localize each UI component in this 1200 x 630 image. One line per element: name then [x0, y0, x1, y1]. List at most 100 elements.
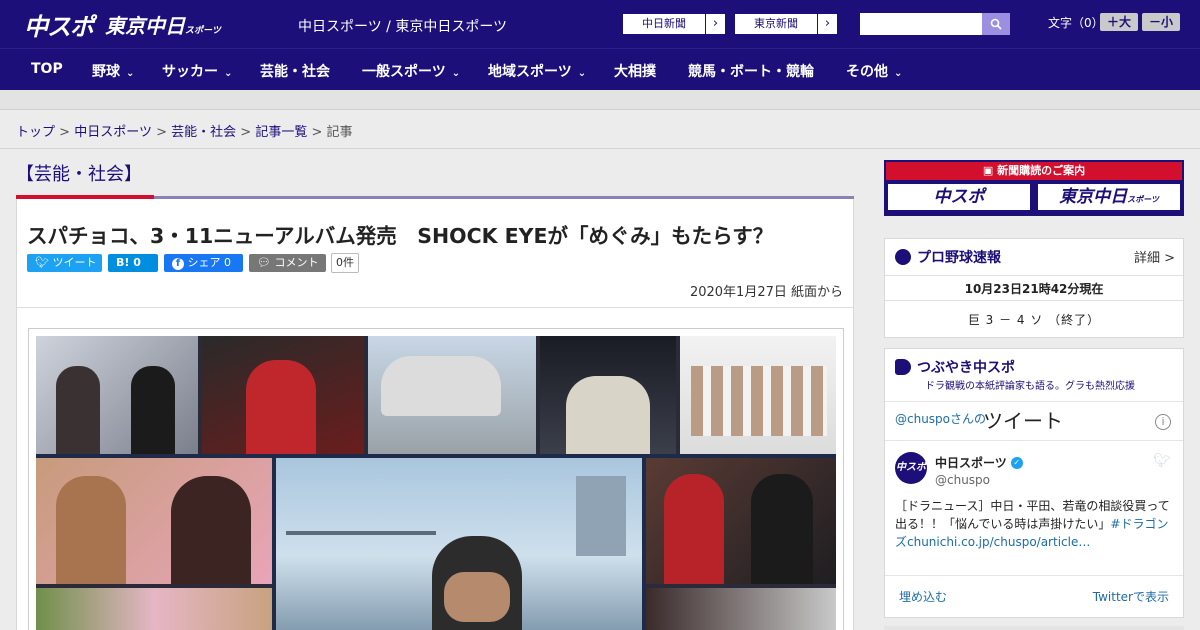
- breadcrumb-article-list[interactable]: 記事一覧: [255, 125, 307, 140]
- photo-tile: [691, 366, 827, 436]
- twitter-panel-subtitle: ドラ観戦の本紙評論家も語る。グラも熱烈応援: [925, 381, 1135, 392]
- nav-local-sports[interactable]: 地域スポーツ ⌄: [488, 61, 586, 81]
- site-logo[interactable]: 中スポ 東京中日スポーツ: [24, 8, 221, 41]
- promo-logo-tokyo-chunichi[interactable]: 東京中日スポーツ: [1038, 184, 1180, 210]
- tweet-author-handle[interactable]: @chuspo: [935, 473, 990, 487]
- chevron-down-icon: ⌄: [577, 68, 587, 79]
- article-divider: [17, 307, 853, 308]
- search-button[interactable]: [982, 13, 1010, 35]
- article-date: 2020年1月27日 紙面から: [689, 285, 843, 300]
- photo-tile: [171, 476, 251, 584]
- timeline-label: ツイート: [983, 409, 1063, 433]
- megaphone-icon: [895, 359, 911, 375]
- embed-link[interactable]: 埋め込む: [899, 588, 947, 605]
- top-header: 中スポ 東京中日スポーツ 中日スポーツ / 東京中日スポーツ 中日新聞 › 東京…: [0, 0, 1200, 48]
- photo-tile: [131, 366, 175, 454]
- font-size-label: 文字（0）: [1048, 16, 1104, 30]
- verified-badge-icon: ✓: [1010, 456, 1023, 469]
- baseball-score[interactable]: 巨 3 － 4 ソ （終了）: [885, 311, 1183, 328]
- speech-bubble-icon: 💬︎: [257, 256, 271, 269]
- nav-top[interactable]: TOP: [31, 61, 63, 77]
- twitter-panel-title: つぶやき中スポ: [917, 360, 1015, 376]
- chevron-right-icon: ›: [817, 14, 837, 34]
- chevron-right-icon: ›: [705, 14, 725, 34]
- avatar[interactable]: 中スポ: [895, 452, 927, 484]
- tweet-button[interactable]: 🐦︎ ツイート: [27, 254, 102, 272]
- breadcrumb-top[interactable]: トップ: [16, 125, 55, 140]
- font-smaller-button[interactable]: －小: [1142, 13, 1180, 31]
- article-card: スパチョコ、3・11ニューアルバム発売 SHOCK EYEが「めぐみ」もたらす？…: [16, 199, 854, 630]
- timeline-user[interactable]: @chuspoさんの: [895, 410, 986, 427]
- promo-title: ▣ 新聞購読のご案内: [886, 162, 1182, 180]
- font-larger-button[interactable]: ＋大: [1100, 13, 1138, 31]
- nav-soccer[interactable]: サッカー ⌄: [162, 61, 232, 81]
- timeline-footer: 埋め込む Twitterで表示: [885, 575, 1183, 619]
- breadcrumb-entertainment[interactable]: 芸能・社会: [171, 125, 236, 140]
- search-icon: [990, 18, 1002, 30]
- tweet-text: ［ドラニュース］中日・平田、若竜の相談役買って出る！！「悩んでいる時は声掛けたい…: [895, 499, 1170, 549]
- breadcrumb-chunichi-sports[interactable]: 中日スポーツ: [74, 125, 152, 140]
- main-nav: TOP 野球 ⌄ サッカー ⌄ 芸能・社会 一般スポーツ ⌄ 地域スポーツ ⌄ 大相撲 …: [0, 48, 1200, 90]
- photo-tile: [56, 476, 126, 584]
- photo-tile: [444, 572, 510, 622]
- newspaper-icon: ▣: [982, 164, 994, 177]
- twitter-panel: つぶやき中スポ ドラ観戦の本紙評論家も語る。グラも熱烈応援 @chuspoさんの…: [884, 348, 1184, 618]
- view-on-twitter-link[interactable]: Twitterで表示: [1093, 588, 1169, 605]
- photo-tile: [566, 376, 650, 454]
- section-title: 【芸能・社会】: [16, 164, 142, 185]
- logo-chuspo: 中スポ: [24, 12, 94, 41]
- photo-tile: [56, 366, 100, 454]
- baseball-scores-panel: プロ野球速報 詳細 > 10月23日21時42分現在 巨 3 － 4 ソ （終了…: [884, 238, 1184, 338]
- header-band: [0, 90, 1200, 110]
- comment-button[interactable]: 💬︎ コメント: [249, 254, 326, 272]
- facebook-icon: f: [172, 258, 184, 270]
- article-headline: スパチョコ、3・11ニューアルバム発売 SHOCK EYEが「めぐみ」もたらす？: [27, 224, 774, 248]
- chevron-down-icon: ⌄: [451, 68, 461, 79]
- photo-tile: [286, 531, 436, 535]
- hatena-icon: B!: [116, 256, 130, 269]
- promo-logo-chuspo[interactable]: 中スポ: [888, 184, 1030, 210]
- photo-tile: [576, 476, 626, 556]
- chunichi-shimbun-link[interactable]: 中日新聞 ›: [622, 13, 726, 35]
- tokyo-shimbun-link[interactable]: 東京新聞 ›: [734, 13, 838, 35]
- chevron-down-icon: ⌄: [224, 68, 233, 79]
- facebook-share-button[interactable]: f シェア 0: [164, 254, 243, 272]
- photo-divider: [642, 458, 646, 630]
- nav-racing[interactable]: 競馬・ボート・競輪: [688, 61, 814, 81]
- breadcrumb-current: 記事: [326, 125, 353, 140]
- photo-tile: [751, 474, 813, 584]
- baseball-icon: [895, 249, 911, 265]
- twitter-bird-icon: 🐦︎: [1153, 453, 1171, 469]
- baseball-detail-link[interactable]: 詳細 >: [1134, 247, 1175, 266]
- info-icon[interactable]: i: [1155, 414, 1171, 430]
- photo-tile: [246, 360, 316, 454]
- photo-tile: [646, 588, 836, 630]
- twitter-bird-icon: 🐦︎: [35, 256, 49, 269]
- photo-tile: [381, 356, 501, 416]
- baseball-update-time: 10月23日21時42分現在: [964, 282, 1104, 296]
- comment-count: 0件: [331, 253, 359, 273]
- article-photo-frame: [28, 328, 844, 630]
- breadcrumb: トップ > 中日スポーツ > 芸能・社会 > 記事一覧 > 記事: [16, 125, 353, 140]
- subscription-promo[interactable]: ▣ 新聞購読のご案内 中スポ 東京中日スポーツ: [884, 160, 1184, 216]
- hatena-bookmark-button[interactable]: B! 0: [108, 254, 158, 272]
- photo-tile: [36, 588, 272, 630]
- nav-other[interactable]: その他 ⌄: [846, 61, 902, 81]
- chevron-down-icon: ⌄: [894, 68, 903, 79]
- photo-tile: [664, 474, 724, 584]
- nav-baseball[interactable]: 野球 ⌄: [92, 61, 134, 81]
- nav-general-sports[interactable]: 一般スポーツ ⌄: [362, 61, 460, 81]
- nav-sumo[interactable]: 大相撲: [614, 61, 656, 81]
- photo-divider: [272, 458, 276, 630]
- search-input[interactable]: [860, 13, 982, 35]
- chevron-down-icon: ⌄: [126, 68, 135, 79]
- divider: [0, 148, 1200, 149]
- tweet-author-name[interactable]: 中日スポーツ ✓: [935, 454, 1023, 471]
- photo-divider: [36, 454, 836, 458]
- timeline-header: @chuspoさんの ツイート i: [885, 401, 1183, 441]
- logo-tokyo-chunichi: 東京中日スポーツ: [105, 13, 221, 38]
- nav-entertainment[interactable]: 芸能・社会: [260, 61, 330, 81]
- site-name: 中日スポーツ / 東京中日スポーツ: [298, 19, 508, 35]
- baseball-title: プロ野球速報: [917, 250, 1001, 266]
- article-photo[interactable]: [36, 336, 836, 630]
